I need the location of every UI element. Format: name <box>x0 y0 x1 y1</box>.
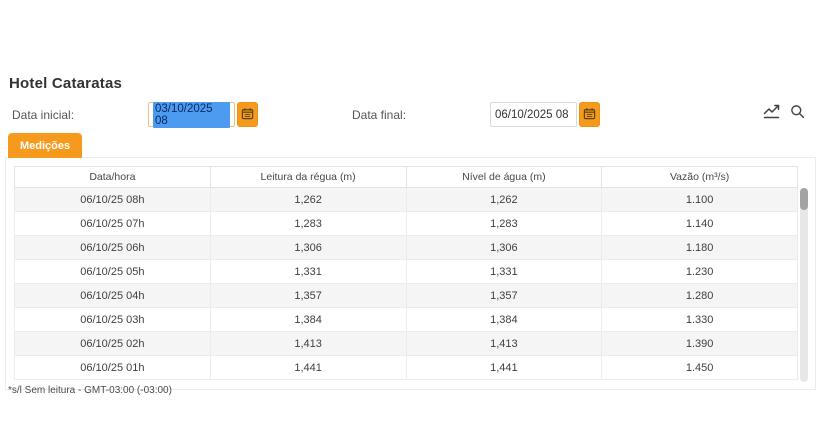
nivel-cell: 1,441 <box>406 356 602 380</box>
datetime-cell: 06/10/25 07h <box>15 212 211 236</box>
datetime-cell: 06/10/25 01h <box>15 356 211 380</box>
calendar-icon <box>241 107 254 123</box>
end-date-input[interactable]: 06/10/2025 08 <box>490 102 577 127</box>
regua-cell: 1,331 <box>210 260 406 284</box>
table-row: 06/10/25 01h1,4411,4411.450 <box>15 356 798 380</box>
table-scrollbar-track[interactable] <box>800 188 808 382</box>
vazao-cell: 1.100 <box>602 188 798 212</box>
nivel-cell: 1,413 <box>406 332 602 356</box>
nivel-cell: 1,384 <box>406 308 602 332</box>
column-header: Vazão (m³/s) <box>602 167 798 188</box>
start-calendar-button[interactable] <box>237 102 258 127</box>
vazao-cell: 1.230 <box>602 260 798 284</box>
column-header: Leitura da régua (m) <box>210 167 406 188</box>
table-row: 06/10/25 07h1,2831,2831.140 <box>15 212 798 236</box>
column-header: Data/hora <box>15 167 211 188</box>
regua-cell: 1,262 <box>210 188 406 212</box>
start-date-value: 03/10/2025 08 <box>153 102 230 128</box>
table-body: 06/10/25 08h1,2621,2621.10006/10/25 07h1… <box>15 188 798 380</box>
vazao-cell: 1.140 <box>602 212 798 236</box>
table-row: 06/10/25 04h1,3571,3571.280 <box>15 284 798 308</box>
vazao-cell: 1.390 <box>602 332 798 356</box>
chart-line-icon[interactable] <box>763 104 781 124</box>
end-date-value: 06/10/2025 08 <box>495 109 569 121</box>
footnote: *s/l Sem leitura - GMT-03:00 (-03:00) <box>8 385 172 396</box>
vazao-cell: 1.450 <box>602 356 798 380</box>
calendar-icon <box>583 107 596 123</box>
nivel-cell: 1,306 <box>406 236 602 260</box>
start-date-label: Data inicial: <box>12 108 74 122</box>
datetime-cell: 06/10/25 06h <box>15 236 211 260</box>
nivel-cell: 1,357 <box>406 284 602 308</box>
tab-medicoes[interactable]: Medições <box>8 133 82 158</box>
measurements-table: Data/horaLeitura da régua (m)Nível de ág… <box>14 166 798 380</box>
nivel-cell: 1,331 <box>406 260 602 284</box>
datetime-cell: 06/10/25 02h <box>15 332 211 356</box>
regua-cell: 1,357 <box>210 284 406 308</box>
nivel-cell: 1,262 <box>406 188 602 212</box>
table-row: 06/10/25 02h1,4131,4131.390 <box>15 332 798 356</box>
datetime-cell: 06/10/25 04h <box>15 284 211 308</box>
table-scrollbar-thumb[interactable] <box>800 188 808 210</box>
nivel-cell: 1,283 <box>406 212 602 236</box>
end-calendar-button[interactable] <box>579 102 600 127</box>
datetime-cell: 06/10/25 05h <box>15 260 211 284</box>
start-date-group: 03/10/2025 08 <box>148 102 258 127</box>
table-row: 06/10/25 08h1,2621,2621.100 <box>15 188 798 212</box>
vazao-cell: 1.180 <box>602 236 798 260</box>
regua-cell: 1,306 <box>210 236 406 260</box>
table-row: 06/10/25 06h1,3061,3061.180 <box>15 236 798 260</box>
datetime-cell: 06/10/25 08h <box>15 188 211 212</box>
regua-cell: 1,413 <box>210 332 406 356</box>
start-date-input[interactable]: 03/10/2025 08 <box>148 102 235 127</box>
table-row: 06/10/25 03h1,3841,3841.330 <box>15 308 798 332</box>
table-row: 06/10/25 05h1,3311,3311.230 <box>15 260 798 284</box>
end-date-label: Data final: <box>352 108 406 122</box>
toolbar <box>763 104 805 124</box>
vazao-cell: 1.330 <box>602 308 798 332</box>
page-title: Hotel Cataratas <box>9 75 122 92</box>
vazao-cell: 1.280 <box>602 284 798 308</box>
datetime-cell: 06/10/25 03h <box>15 308 211 332</box>
regua-cell: 1,384 <box>210 308 406 332</box>
column-header: Nível de água (m) <box>406 167 602 188</box>
regua-cell: 1,441 <box>210 356 406 380</box>
table-header-row: Data/horaLeitura da régua (m)Nível de ág… <box>15 167 798 188</box>
end-date-group: 06/10/2025 08 <box>490 102 600 127</box>
search-icon[interactable] <box>790 104 805 124</box>
regua-cell: 1,283 <box>210 212 406 236</box>
